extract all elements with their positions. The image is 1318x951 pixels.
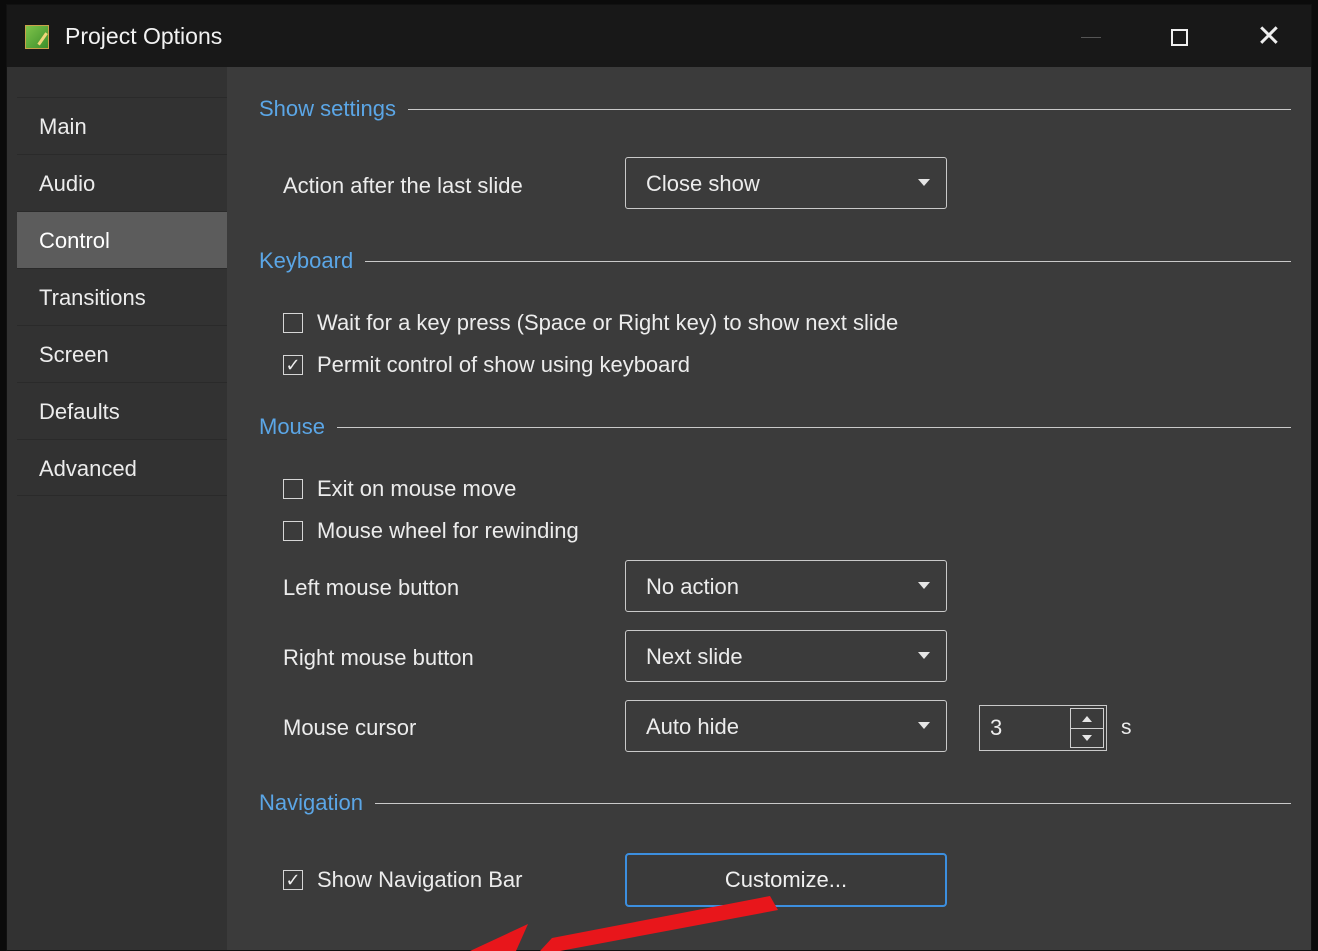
action-after-last-slide-label: Action after the last slide xyxy=(283,173,523,198)
wait-key-press-checkbox[interactable]: Wait for a key press (Space or Right key… xyxy=(283,309,898,337)
section-mouse: Mouse xyxy=(259,413,1291,441)
checkmark-icon[interactable]: ✓ xyxy=(283,870,303,890)
app-icon xyxy=(25,25,49,49)
stepper-down-icon[interactable] xyxy=(1071,728,1103,747)
customize-button[interactable]: Customize... xyxy=(625,853,947,907)
control-panel: Show settings Action after the last slid… xyxy=(227,67,1311,950)
section-divider xyxy=(374,802,1291,804)
maximize-button[interactable] xyxy=(1157,15,1201,59)
sidebar-item-audio[interactable]: Audio xyxy=(17,154,227,211)
checkbox-label: Mouse wheel for rewinding xyxy=(317,518,579,543)
select-value: Close show xyxy=(646,171,760,196)
right-mouse-button-select[interactable]: Next slide xyxy=(625,630,947,682)
close-icon: ✕ xyxy=(1256,20,1282,53)
title-bar[interactable]: Project Options ✕ xyxy=(7,5,1311,67)
sidebar: Main Audio Control Transitions Screen De… xyxy=(7,67,227,950)
checkbox-label: Show Navigation Bar xyxy=(317,867,523,892)
section-navigation: Navigation xyxy=(259,789,1291,817)
section-keyboard: Keyboard xyxy=(259,247,1291,275)
chevron-down-icon xyxy=(918,179,930,186)
checkmark-icon[interactable]: ✓ xyxy=(283,355,303,375)
stepper-up-icon[interactable] xyxy=(1071,709,1103,729)
chevron-down-icon xyxy=(918,582,930,589)
action-after-last-slide-select[interactable]: Close show xyxy=(625,157,947,209)
mouse-wheel-rewind-checkbox[interactable]: Mouse wheel for rewinding xyxy=(283,517,579,545)
left-mouse-button-label: Left mouse button xyxy=(283,575,460,600)
checkbox-label: Exit on mouse move xyxy=(317,476,517,501)
section-title: Navigation xyxy=(259,790,363,815)
checkbox-box[interactable] xyxy=(283,521,303,541)
section-divider xyxy=(365,260,1291,262)
sidebar-item-advanced[interactable]: Advanced xyxy=(17,439,227,496)
exit-on-mouse-move-checkbox[interactable]: Exit on mouse move xyxy=(283,475,516,503)
select-value: Auto hide xyxy=(646,714,739,739)
checkbox-label: Permit control of show using keyboard xyxy=(317,352,690,377)
section-title: Keyboard xyxy=(259,248,354,273)
minimize-icon xyxy=(1081,36,1101,38)
section-divider xyxy=(337,426,1291,428)
permit-keyboard-control-checkbox[interactable]: ✓ Permit control of show using keyboard xyxy=(283,351,690,379)
maximize-icon xyxy=(1170,28,1188,46)
stepper-arrows xyxy=(1070,708,1104,748)
section-show-settings: Show settings xyxy=(259,95,1291,123)
mouse-cursor-label: Mouse cursor xyxy=(283,715,417,740)
checkbox-box[interactable] xyxy=(283,479,303,499)
seconds-unit-label: s xyxy=(1121,716,1132,739)
chevron-down-icon xyxy=(918,722,930,729)
sidebar-item-defaults[interactable]: Defaults xyxy=(17,382,227,439)
section-title: Mouse xyxy=(259,414,326,439)
select-value: Next slide xyxy=(646,644,743,669)
left-mouse-button-select[interactable]: No action xyxy=(625,560,947,612)
right-mouse-button-label: Right mouse button xyxy=(283,645,474,670)
window-title: Project Options xyxy=(65,23,223,49)
mouse-cursor-select[interactable]: Auto hide xyxy=(625,700,947,752)
stepper-value[interactable]: 3 xyxy=(990,715,1002,741)
chevron-down-icon xyxy=(918,652,930,659)
sidebar-nav: Main Audio Control Transitions Screen De… xyxy=(17,97,227,496)
section-title: Show settings xyxy=(259,96,396,121)
sidebar-item-transitions[interactable]: Transitions xyxy=(17,268,227,325)
checkbox-label: Wait for a key press (Space or Right key… xyxy=(317,310,899,335)
checkbox-box[interactable] xyxy=(283,313,303,333)
section-divider xyxy=(407,108,1291,110)
sidebar-item-main[interactable]: Main xyxy=(17,97,227,154)
select-value: No action xyxy=(646,574,739,599)
minimize-button[interactable] xyxy=(1069,15,1113,59)
cursor-hide-seconds-stepper[interactable]: 3 xyxy=(979,705,1107,751)
project-options-window: Project Options ✕ Main Audio Control Tra… xyxy=(6,4,1312,951)
sidebar-item-screen[interactable]: Screen xyxy=(17,325,227,382)
close-button[interactable]: ✕ xyxy=(1247,15,1291,59)
sidebar-item-control[interactable]: Control xyxy=(17,211,227,268)
show-navigation-bar-checkbox[interactable]: ✓ Show Navigation Bar xyxy=(283,866,522,894)
